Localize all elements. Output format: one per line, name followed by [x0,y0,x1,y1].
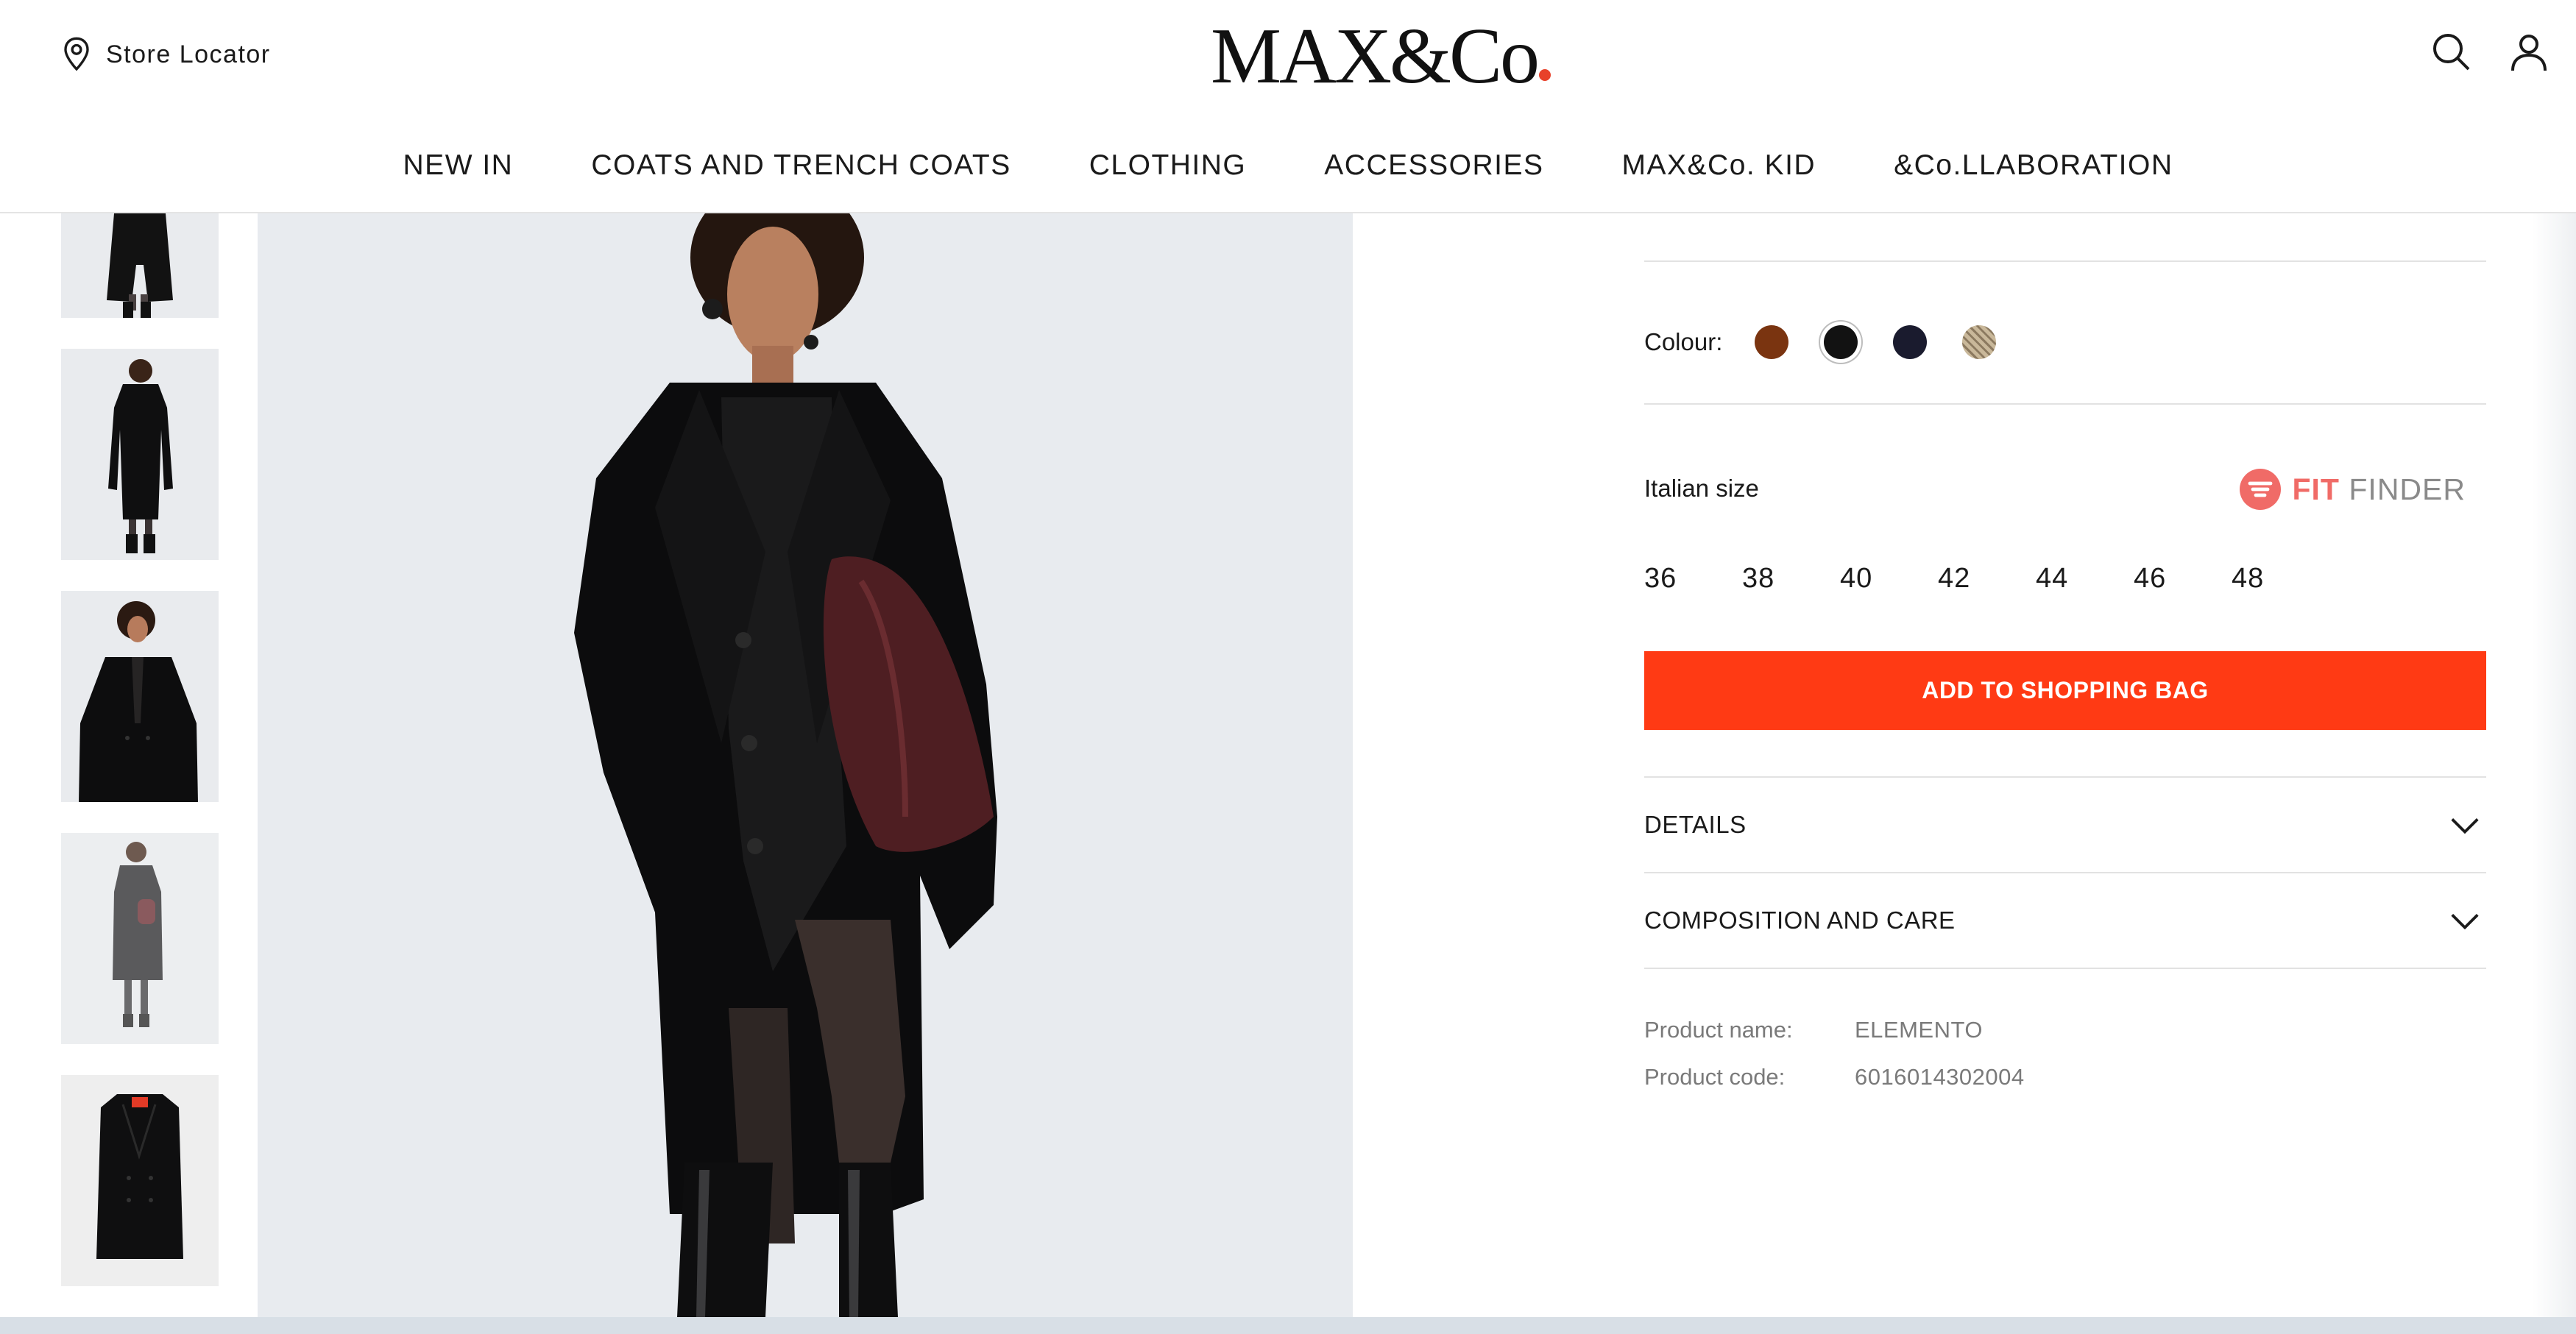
nav-item-clothing[interactable]: CLOTHING [1089,140,1247,191]
size-option[interactable]: 36 [1644,563,1742,595]
swatch-check[interactable] [1962,325,1997,359]
size-option[interactable]: 38 [1742,563,1840,595]
thumbnail-image [61,591,219,802]
header-actions [2429,29,2551,74]
thumbnail-1[interactable] [61,213,219,318]
site-header: Store Locator MAX&Co NEW IN COATS AND TR… [0,0,2576,213]
store-locator-link[interactable]: Store Locator [62,35,271,74]
size-label: Italian size [1644,475,1759,502]
bottom-bar [0,1317,2576,1334]
divider [1644,260,2486,262]
product-code-row: Product code: 6016014302004 [1644,1064,2025,1090]
fit-finder-button[interactable]: FIT FINDER [2238,467,2466,511]
thumbnail-image [61,833,219,1044]
size-selector: 36 38 40 42 44 46 48 [1644,563,2329,595]
fit-finder-icon [2239,469,2281,510]
composition-label: COMPOSITION AND CARE [1644,907,1956,934]
fit-finder-fit: FIT [2292,472,2340,506]
divider [1644,968,2486,969]
product-code-key: Product code: [1644,1064,1786,1090]
details-accordion[interactable]: DETAILS [1644,778,2486,872]
thumbnail-4[interactable] [61,833,219,1044]
thumbnail-image [61,349,219,560]
size-option[interactable]: 42 [1938,563,2036,595]
product-photo [258,213,1353,1317]
thumbnail-3[interactable] [61,591,219,802]
nav-item-kid[interactable]: MAX&Co. KID [1622,140,1816,191]
logo-text: MAX&Co [1211,13,1540,100]
main-product-image[interactable] [258,213,1353,1317]
search-icon[interactable] [2429,29,2473,74]
scroll-edge [2532,213,2576,1317]
size-option[interactable]: 40 [1840,563,1938,595]
main-nav: NEW IN COATS AND TRENCH COATS CLOTHING A… [0,140,2576,191]
nav-item-accessories[interactable]: ACCESSORIES [1324,140,1543,191]
location-pin-icon [64,37,89,71]
product-name-key: Product name: [1644,1017,1793,1043]
logo-dot [1539,69,1551,81]
chevron-down-icon [2451,913,2479,930]
swatch-black[interactable] [1824,325,1858,359]
details-label: DETAILS [1644,811,1747,838]
nav-item-coats[interactable]: COATS AND TRENCH COATS [591,140,1011,191]
nav-item-collaboration[interactable]: &Co.LLABORATION [1894,140,2173,191]
product-name-row: Product name: ELEMENTO [1644,1017,1983,1043]
composition-accordion[interactable]: COMPOSITION AND CARE [1644,873,2486,968]
swatch-navy[interactable] [1893,325,1928,359]
product-name-value: ELEMENTO [1855,1017,1983,1043]
product-code-value: 6016014302004 [1855,1064,2025,1090]
swatch-brown[interactable] [1755,325,1789,359]
thumbnail-image [61,213,219,318]
fit-finder-finder: FINDER [2349,472,2466,506]
colour-label: Colour: [1644,328,1723,355]
chevron-down-icon [2451,817,2479,834]
divider [1644,403,2486,405]
brand-logo[interactable]: MAX&Co [1211,9,1551,104]
store-locator-label: Store Locator [106,40,271,68]
nav-item-new-in[interactable]: NEW IN [403,140,514,191]
size-option[interactable]: 46 [2134,563,2232,595]
account-icon[interactable] [2507,29,2551,74]
colour-selector: Colour: [1644,309,2031,375]
thumbnail-5[interactable] [61,1075,219,1286]
size-option[interactable]: 48 [2232,563,2329,595]
fit-finder-label: FIT FINDER [2293,472,2466,507]
size-option[interactable]: 44 [2036,563,2134,595]
add-to-bag-button[interactable]: ADD TO SHOPPING BAG [1644,651,2486,730]
thumbnail-image [61,1075,219,1286]
thumbnail-2[interactable] [61,349,219,560]
